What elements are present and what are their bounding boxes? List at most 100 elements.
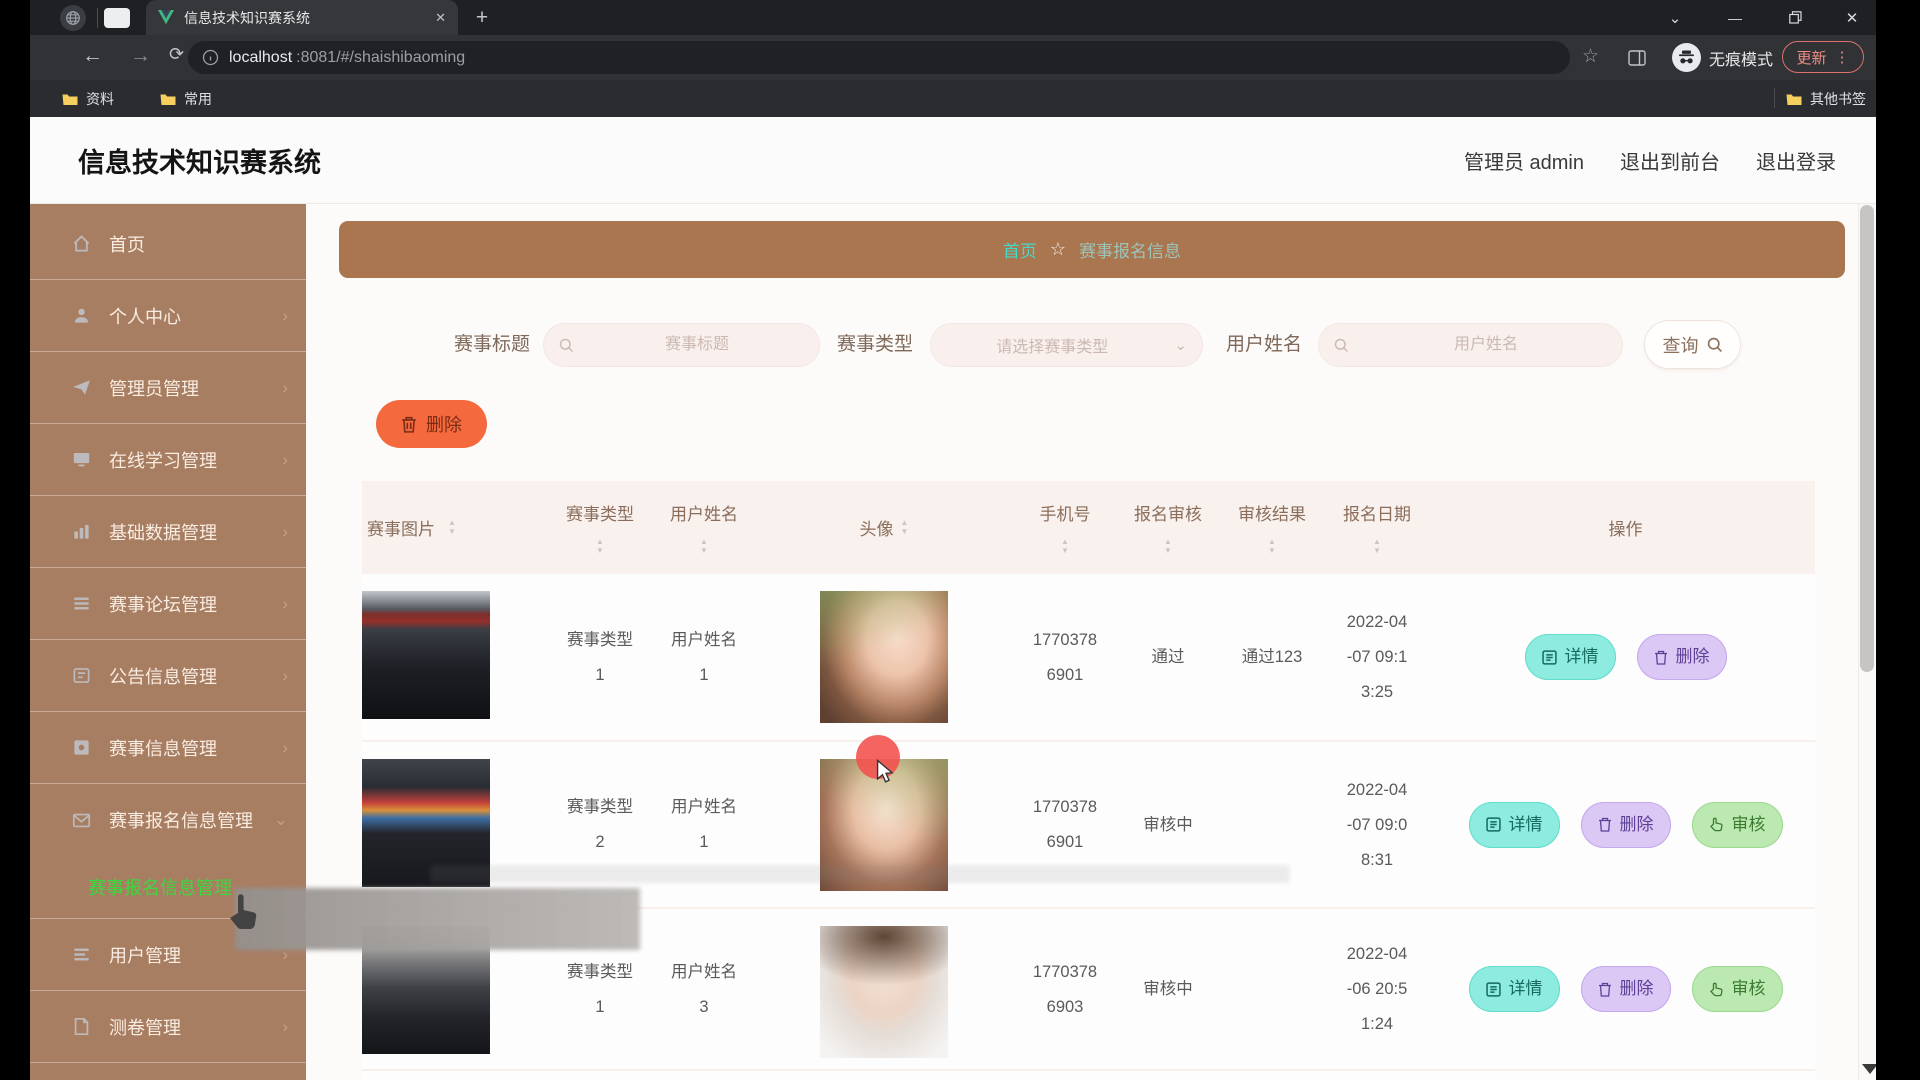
image-square-icon bbox=[72, 738, 91, 757]
chevron-right-icon: › bbox=[282, 378, 288, 398]
tab-separator bbox=[97, 8, 98, 28]
logout-link[interactable]: 退出登录 bbox=[1756, 146, 1836, 175]
blurred-watermark bbox=[235, 888, 640, 950]
query-label: 查询 bbox=[1663, 332, 1699, 358]
audit-result: 通过123 bbox=[1242, 640, 1303, 674]
back-button[interactable]: ← bbox=[82, 44, 103, 68]
col-avatar[interactable]: 头像▲▼ bbox=[748, 481, 1020, 574]
row-delete-button[interactable]: 删除 bbox=[1637, 634, 1727, 680]
kebab-menu-icon: ⋮ bbox=[1835, 48, 1850, 66]
minimize-button[interactable]: — bbox=[1720, 0, 1750, 35]
audit-button[interactable]: 审核 bbox=[1692, 802, 1783, 848]
detail-button[interactable]: 详情 bbox=[1469, 966, 1560, 1012]
col-user-name[interactable]: 用户姓名▲▼ bbox=[660, 481, 748, 574]
col-audit-status[interactable]: 报名审核▲▼ bbox=[1110, 481, 1226, 574]
table-row: 赛事类型2 用户姓名1 17703786901 审核中 2022-04-07 0… bbox=[362, 742, 1815, 909]
sidebar-item-event-info-mgmt[interactable]: 赛事信息管理 › bbox=[30, 712, 306, 784]
new-tab-button[interactable]: + bbox=[468, 4, 496, 32]
site-info-icon[interactable] bbox=[202, 49, 219, 66]
query-button[interactable]: 查询 bbox=[1645, 321, 1740, 368]
event-image[interactable] bbox=[362, 591, 490, 719]
admin-user-label[interactable]: 管理员 admin bbox=[1464, 146, 1584, 175]
sidebar-label: 赛事报名信息管理 bbox=[109, 807, 253, 833]
bookmark-folder-1[interactable]: 资料 bbox=[62, 88, 114, 110]
folder-icon bbox=[1786, 93, 1802, 106]
col-date[interactable]: 报名日期▲▼ bbox=[1318, 481, 1436, 574]
update-label: 更新 bbox=[1796, 47, 1826, 68]
event-type-select[interactable]: 请选择赛事类型 ⌄ bbox=[930, 323, 1203, 367]
chevron-right-icon: › bbox=[282, 594, 288, 614]
restore-button[interactable] bbox=[1780, 0, 1810, 35]
sidebar-item-exam-mgmt[interactable]: 测卷管理 › bbox=[30, 991, 306, 1063]
sidebar-item-personal-center[interactable]: 个人中心 › bbox=[30, 280, 306, 352]
folder-icon bbox=[160, 93, 176, 106]
update-menu-button[interactable]: 更新 ⋮ bbox=[1782, 41, 1864, 73]
sidebar-item-signup-info-mgmt[interactable]: 赛事报名信息管理 ⌄ bbox=[30, 784, 306, 856]
row-delete-button[interactable]: 删除 bbox=[1581, 802, 1671, 848]
sort-carets[interactable]: ▲▼ bbox=[1373, 538, 1381, 555]
chevron-down-icon: ⌄ bbox=[1174, 336, 1187, 354]
tab-search-chevron-icon[interactable]: ⌄ bbox=[1660, 0, 1690, 35]
mail-icon bbox=[72, 811, 91, 830]
sidebar-item-online-study-mgmt[interactable]: 在线学习管理 › bbox=[30, 424, 306, 496]
scrollbar-down-arrow[interactable] bbox=[1862, 1064, 1876, 1074]
sort-carets[interactable]: ▲▼ bbox=[1164, 538, 1172, 555]
sort-carets[interactable]: ▲▼ bbox=[901, 519, 909, 536]
document-icon bbox=[72, 1017, 91, 1036]
bulk-delete-button[interactable]: 删除 bbox=[376, 400, 487, 448]
sidebar-label: 测卷管理 bbox=[109, 1014, 181, 1040]
active-tab[interactable]: 信息技术知识赛系统 ✕ bbox=[146, 0, 458, 35]
sidebar-item-base-data-mgmt[interactable]: 基础数据管理 › bbox=[30, 496, 306, 568]
browser-window: 信息技术知识赛系统 ✕ + ⌄ — ✕ ← → ⟳ localhost :808… bbox=[30, 0, 1876, 1080]
sort-carets[interactable]: ▲▼ bbox=[596, 538, 604, 555]
audit-button[interactable]: 审核 bbox=[1692, 966, 1783, 1012]
tab-close-icon[interactable]: ✕ bbox=[435, 10, 446, 26]
forward-button[interactable]: → bbox=[130, 44, 151, 68]
globe-icon[interactable] bbox=[60, 5, 86, 31]
vue-favicon bbox=[158, 10, 174, 25]
chevron-down-icon: ⌄ bbox=[274, 810, 288, 830]
col-phone[interactable]: 手机号▲▼ bbox=[1020, 481, 1110, 574]
pinned-tab-icon[interactable] bbox=[104, 8, 130, 28]
sidebar-item-admin-mgmt[interactable]: 管理员管理 › bbox=[30, 352, 306, 424]
app-header: 信息技术知识赛系统 管理员 admin 退出到前台 退出登录 bbox=[30, 117, 1876, 204]
address-bar[interactable]: localhost :8081/#/shaishibaoming bbox=[188, 41, 1570, 74]
user-name-input[interactable] bbox=[1349, 335, 1623, 355]
reload-button[interactable]: ⟳ bbox=[169, 44, 184, 65]
detail-button[interactable]: 详情 bbox=[1525, 634, 1616, 680]
bookmark-folder-2[interactable]: 常用 bbox=[160, 88, 212, 110]
audit-status: 通过 bbox=[1152, 640, 1185, 674]
detail-button[interactable]: 详情 bbox=[1469, 802, 1560, 848]
event-title-input[interactable] bbox=[574, 335, 820, 355]
page-viewport: 信息技术知识赛系统 管理员 admin 退出到前台 退出登录 首页 个人中心 › bbox=[30, 117, 1876, 1080]
avatar[interactable] bbox=[820, 926, 948, 1058]
bookmark-star-icon[interactable]: ☆ bbox=[1582, 45, 1599, 68]
sort-carets[interactable]: ▲▼ bbox=[700, 538, 708, 555]
table-header-row: 赛事图片▲▼ 赛事类型▲▼ 用户姓名▲▼ 头像▲▼ 手机号▲▼ 报名审核▲▼ 审… bbox=[362, 481, 1815, 574]
other-bookmarks[interactable]: 其他书签 bbox=[1786, 88, 1866, 110]
sort-carets[interactable]: ▲▼ bbox=[448, 519, 456, 536]
sidebar-item-home[interactable]: 首页 bbox=[30, 208, 306, 280]
sidebar-label: 管理员管理 bbox=[109, 375, 199, 401]
side-panel-icon[interactable] bbox=[1628, 48, 1646, 72]
close-window-button[interactable]: ✕ bbox=[1836, 0, 1868, 35]
incognito-icon bbox=[1672, 43, 1701, 72]
page-scrollbar-thumb[interactable] bbox=[1860, 205, 1874, 672]
bulk-delete-label: 删除 bbox=[426, 411, 462, 437]
event-type-placeholder: 请选择赛事类型 bbox=[930, 333, 1174, 357]
sidebar-item-notice-mgmt[interactable]: 公告信息管理 › bbox=[30, 640, 306, 712]
search-icon bbox=[559, 338, 574, 353]
detail-icon bbox=[1486, 982, 1501, 997]
col-event-image[interactable]: 赛事图片▲▼ bbox=[362, 481, 540, 574]
app-title: 信息技术知识赛系统 bbox=[78, 141, 321, 180]
tab-title: 信息技术知识赛系统 bbox=[184, 8, 425, 28]
col-audit-result[interactable]: 审核结果▲▼ bbox=[1226, 481, 1318, 574]
exit-to-front-link[interactable]: 退出到前台 bbox=[1620, 146, 1720, 175]
sort-carets[interactable]: ▲▼ bbox=[1061, 538, 1069, 555]
col-event-type[interactable]: 赛事类型▲▼ bbox=[540, 481, 660, 574]
row-delete-button[interactable]: 删除 bbox=[1581, 966, 1671, 1012]
sidebar-item-forum-mgmt[interactable]: 赛事论坛管理 › bbox=[30, 568, 306, 640]
sort-carets[interactable]: ▲▼ bbox=[1268, 538, 1276, 555]
breadcrumb-home[interactable]: 首页 bbox=[1003, 237, 1037, 262]
avatar[interactable] bbox=[820, 591, 948, 723]
